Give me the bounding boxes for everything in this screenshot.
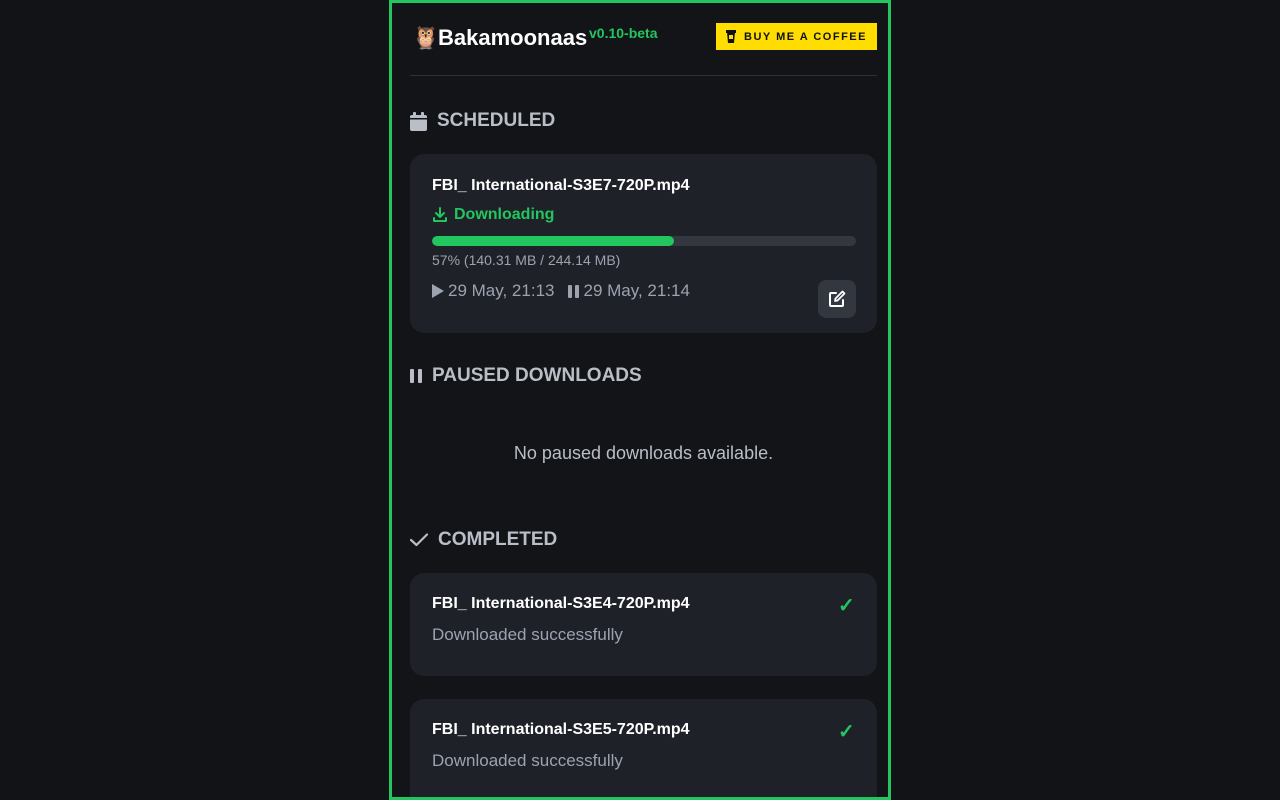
download-icon [433, 207, 447, 222]
owl-logo-icon: 🦉 [412, 25, 440, 50]
completed-title-text: COMPLETED [438, 529, 558, 550]
buy-me-a-coffee-button[interactable]: BUY ME A COFFEE [716, 23, 877, 50]
edit-icon [829, 290, 846, 307]
success-check-icon: ✓ [838, 721, 855, 743]
completed-download-card: FBI_ International-S3E4-720P.mp4 Downloa… [410, 573, 877, 676]
completed-status: Downloaded successfully [432, 751, 623, 770]
progress-bar [432, 236, 856, 246]
download-status: Downloading [432, 206, 554, 224]
completed-status: Downloaded successfully [432, 625, 623, 644]
pause-icon [410, 369, 422, 383]
calendar-icon [410, 111, 427, 131]
completed-filename: FBI_ International-S3E4-720P.mp4 [432, 595, 690, 612]
success-check-icon: ✓ [838, 595, 855, 617]
paused-section-title: PAUSED DOWNLOADS [410, 365, 642, 387]
progress-text: 57% (140.31 MB / 244.14 MB) [432, 252, 621, 268]
edit-schedule-button[interactable] [818, 280, 856, 318]
pause-time: 29 May, 21:14 [568, 281, 690, 301]
start-time: 29 May, 21:13 [432, 281, 554, 301]
version-badge: v0.10-beta [589, 25, 658, 41]
pause-time-text: 29 May, 21:14 [583, 281, 690, 300]
completed-download-card: FBI_ International-S3E5-720P.mp4 Downloa… [410, 699, 877, 797]
paused-empty-message: No paused downloads available. [513, 443, 774, 463]
start-time-text: 29 May, 21:13 [448, 281, 555, 300]
header: 🦉 Bakamoonaas v0.10-beta BUY ME A COFFEE [410, 3, 877, 76]
completed-section-title: COMPLETED [410, 529, 557, 551]
scheduled-section-title: SCHEDULED [410, 110, 555, 132]
scheduled-download-card: FBI_ International-S3E7-720P.mp4 Downloa… [410, 154, 877, 333]
schedule-times: 29 May, 21:13 29 May, 21:14 [432, 281, 690, 301]
check-icon [410, 533, 428, 547]
pause-icon [568, 284, 580, 298]
completed-filename: FBI_ International-S3E5-720P.mp4 [432, 721, 690, 738]
play-icon [432, 284, 444, 298]
coffee-cup-icon [726, 29, 737, 43]
progress-bar-fill [432, 236, 674, 246]
extension-panel: 🦉 Bakamoonaas v0.10-beta BUY ME A COFFEE… [389, 0, 891, 800]
coffee-button-label: BUY ME A COFFEE [744, 30, 867, 43]
app-name: Bakamoonaas [438, 25, 588, 50]
paused-title-text: PAUSED DOWNLOADS [432, 365, 642, 386]
download-filename: FBI_ International-S3E7-720P.mp4 [432, 177, 690, 194]
scheduled-title-text: SCHEDULED [437, 110, 556, 131]
download-status-text: Downloading [454, 206, 555, 223]
